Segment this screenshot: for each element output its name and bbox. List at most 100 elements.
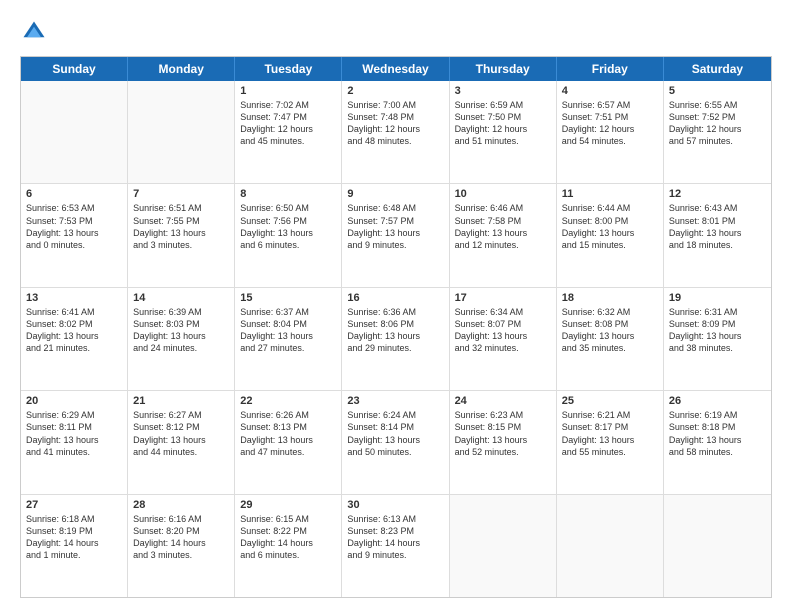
cell-content: Sunrise: 6:32 AM Sunset: 8:08 PM Dayligh…	[562, 306, 658, 355]
header-day-saturday: Saturday	[664, 57, 771, 81]
cell-content: Sunrise: 6:55 AM Sunset: 7:52 PM Dayligh…	[669, 99, 766, 148]
calendar-cell: 29 Sunrise: 6:15 AM Sunset: 8:22 PM Dayli…	[235, 495, 342, 597]
day-number: 13	[26, 292, 122, 304]
calendar-cell	[664, 495, 771, 597]
cell-content: Sunrise: 6:27 AM Sunset: 8:12 PM Dayligh…	[133, 409, 229, 458]
cell-content: Sunrise: 6:51 AM Sunset: 7:55 PM Dayligh…	[133, 202, 229, 251]
calendar-cell: 30 Sunrise: 6:13 AM Sunset: 8:23 PM Dayli…	[342, 495, 449, 597]
cell-content: Sunrise: 6:57 AM Sunset: 7:51 PM Dayligh…	[562, 99, 658, 148]
calendar: SundayMondayTuesdayWednesdayThursdayFrid…	[20, 56, 772, 598]
calendar-row-3: 20 Sunrise: 6:29 AM Sunset: 8:11 PM Dayli…	[21, 390, 771, 493]
cell-content: Sunrise: 6:26 AM Sunset: 8:13 PM Dayligh…	[240, 409, 336, 458]
calendar-cell: 4 Sunrise: 6:57 AM Sunset: 7:51 PM Daylig…	[557, 81, 664, 183]
day-number: 24	[455, 395, 551, 407]
calendar-cell: 18 Sunrise: 6:32 AM Sunset: 8:08 PM Dayli…	[557, 288, 664, 390]
calendar-cell: 1 Sunrise: 7:02 AM Sunset: 7:47 PM Daylig…	[235, 81, 342, 183]
cell-content: Sunrise: 6:23 AM Sunset: 8:15 PM Dayligh…	[455, 409, 551, 458]
cell-content: Sunrise: 6:36 AM Sunset: 8:06 PM Dayligh…	[347, 306, 443, 355]
cell-content: Sunrise: 7:02 AM Sunset: 7:47 PM Dayligh…	[240, 99, 336, 148]
calendar-cell	[128, 81, 235, 183]
calendar-cell: 15Sunrise: 6:37 AM Sunset: 8:04 PM Dayli…	[235, 288, 342, 390]
calendar-row-2: 13 Sunrise: 6:41 AM Sunset: 8:02 PM Dayli…	[21, 287, 771, 390]
cell-content: Sunrise: 6:53 AM Sunset: 7:53 PM Dayligh…	[26, 202, 122, 251]
cell-content: Sunrise: 6:48 AM Sunset: 7:57 PM Dayligh…	[347, 202, 443, 251]
cell-content: Sunrise: 6:34 AM Sunset: 8:07 PM Dayligh…	[455, 306, 551, 355]
calendar-row-4: 27 Sunrise: 6:18 AM Sunset: 8:19 PM Dayli…	[21, 494, 771, 597]
cell-content: Sunrise: 6:18 AM Sunset: 8:19 PM Dayligh…	[26, 513, 122, 562]
day-number: 4	[562, 85, 658, 97]
calendar-cell: 12 Sunrise: 6:43 AM Sunset: 8:01 PM Dayli…	[664, 184, 771, 286]
day-number: 18	[562, 292, 658, 304]
calendar-header: SundayMondayTuesdayWednesdayThursdayFrid…	[21, 57, 771, 81]
header-day-wednesday: Wednesday	[342, 57, 449, 81]
day-number: 1	[240, 85, 336, 97]
calendar-cell: 13 Sunrise: 6:41 AM Sunset: 8:02 PM Dayli…	[21, 288, 128, 390]
day-number: 30	[347, 499, 443, 511]
cell-content: Sunrise: 6:39 AM Sunset: 8:03 PM Dayligh…	[133, 306, 229, 355]
calendar-cell: 16 Sunrise: 6:36 AM Sunset: 8:06 PM Dayli…	[342, 288, 449, 390]
calendar-cell: 5 Sunrise: 6:55 AM Sunset: 7:52 PM Daylig…	[664, 81, 771, 183]
calendar-cell: 3Sunrise: 6:59 AM Sunset: 7:50 PM Daylig…	[450, 81, 557, 183]
day-number: 19	[669, 292, 766, 304]
header-day-monday: Monday	[128, 57, 235, 81]
calendar-cell: 28 Sunrise: 6:16 AM Sunset: 8:20 PM Dayli…	[128, 495, 235, 597]
day-number: 29	[240, 499, 336, 511]
cell-content: Sunrise: 6:59 AM Sunset: 7:50 PM Dayligh…	[455, 99, 551, 148]
header-day-sunday: Sunday	[21, 57, 128, 81]
calendar-cell: 6 Sunrise: 6:53 AM Sunset: 7:53 PM Daylig…	[21, 184, 128, 286]
day-number: 12	[669, 188, 766, 200]
header-day-thursday: Thursday	[450, 57, 557, 81]
calendar-cell: 2Sunrise: 7:00 AM Sunset: 7:48 PM Daylig…	[342, 81, 449, 183]
day-number: 27	[26, 499, 122, 511]
calendar-cell	[557, 495, 664, 597]
calendar-cell: 22 Sunrise: 6:26 AM Sunset: 8:13 PM Dayli…	[235, 391, 342, 493]
calendar-cell: 20 Sunrise: 6:29 AM Sunset: 8:11 PM Dayli…	[21, 391, 128, 493]
calendar-cell: 19 Sunrise: 6:31 AM Sunset: 8:09 PM Dayli…	[664, 288, 771, 390]
calendar-cell: 10Sunrise: 6:46 AM Sunset: 7:58 PM Dayli…	[450, 184, 557, 286]
day-number: 20	[26, 395, 122, 407]
calendar-cell: 8Sunrise: 6:50 AM Sunset: 7:56 PM Daylig…	[235, 184, 342, 286]
day-number: 6	[26, 188, 122, 200]
calendar-cell: 25Sunrise: 6:21 AM Sunset: 8:17 PM Dayli…	[557, 391, 664, 493]
day-number: 28	[133, 499, 229, 511]
page: SundayMondayTuesdayWednesdayThursdayFrid…	[0, 0, 792, 612]
day-number: 8	[240, 188, 336, 200]
header-day-friday: Friday	[557, 57, 664, 81]
cell-content: Sunrise: 6:37 AM Sunset: 8:04 PM Dayligh…	[240, 306, 336, 355]
calendar-body: 1 Sunrise: 7:02 AM Sunset: 7:47 PM Daylig…	[21, 81, 771, 597]
day-number: 23	[347, 395, 443, 407]
logo	[20, 18, 52, 46]
header	[20, 18, 772, 46]
day-number: 14	[133, 292, 229, 304]
header-day-tuesday: Tuesday	[235, 57, 342, 81]
cell-content: Sunrise: 6:44 AM Sunset: 8:00 PM Dayligh…	[562, 202, 658, 251]
day-number: 21	[133, 395, 229, 407]
logo-icon	[20, 18, 48, 46]
day-number: 10	[455, 188, 551, 200]
day-number: 16	[347, 292, 443, 304]
cell-content: Sunrise: 6:15 AM Sunset: 8:22 PM Dayligh…	[240, 513, 336, 562]
day-number: 9	[347, 188, 443, 200]
calendar-cell: 27 Sunrise: 6:18 AM Sunset: 8:19 PM Dayli…	[21, 495, 128, 597]
day-number: 2	[347, 85, 443, 97]
calendar-cell: 21 Sunrise: 6:27 AM Sunset: 8:12 PM Dayli…	[128, 391, 235, 493]
day-number: 17	[455, 292, 551, 304]
calendar-cell: 7Sunrise: 6:51 AM Sunset: 7:55 PM Daylig…	[128, 184, 235, 286]
calendar-cell: 11 Sunrise: 6:44 AM Sunset: 8:00 PM Dayli…	[557, 184, 664, 286]
cell-content: Sunrise: 6:19 AM Sunset: 8:18 PM Dayligh…	[669, 409, 766, 458]
calendar-row-1: 6 Sunrise: 6:53 AM Sunset: 7:53 PM Daylig…	[21, 183, 771, 286]
cell-content: Sunrise: 6:16 AM Sunset: 8:20 PM Dayligh…	[133, 513, 229, 562]
cell-content: Sunrise: 6:31 AM Sunset: 8:09 PM Dayligh…	[669, 306, 766, 355]
calendar-cell: 9 Sunrise: 6:48 AM Sunset: 7:57 PM Daylig…	[342, 184, 449, 286]
cell-content: Sunrise: 6:24 AM Sunset: 8:14 PM Dayligh…	[347, 409, 443, 458]
calendar-row-0: 1 Sunrise: 7:02 AM Sunset: 7:47 PM Daylig…	[21, 81, 771, 183]
day-number: 22	[240, 395, 336, 407]
cell-content: Sunrise: 6:29 AM Sunset: 8:11 PM Dayligh…	[26, 409, 122, 458]
cell-content: Sunrise: 6:13 AM Sunset: 8:23 PM Dayligh…	[347, 513, 443, 562]
cell-content: Sunrise: 6:43 AM Sunset: 8:01 PM Dayligh…	[669, 202, 766, 251]
cell-content: Sunrise: 6:41 AM Sunset: 8:02 PM Dayligh…	[26, 306, 122, 355]
calendar-cell: 23 Sunrise: 6:24 AM Sunset: 8:14 PM Dayli…	[342, 391, 449, 493]
day-number: 26	[669, 395, 766, 407]
day-number: 5	[669, 85, 766, 97]
day-number: 11	[562, 188, 658, 200]
